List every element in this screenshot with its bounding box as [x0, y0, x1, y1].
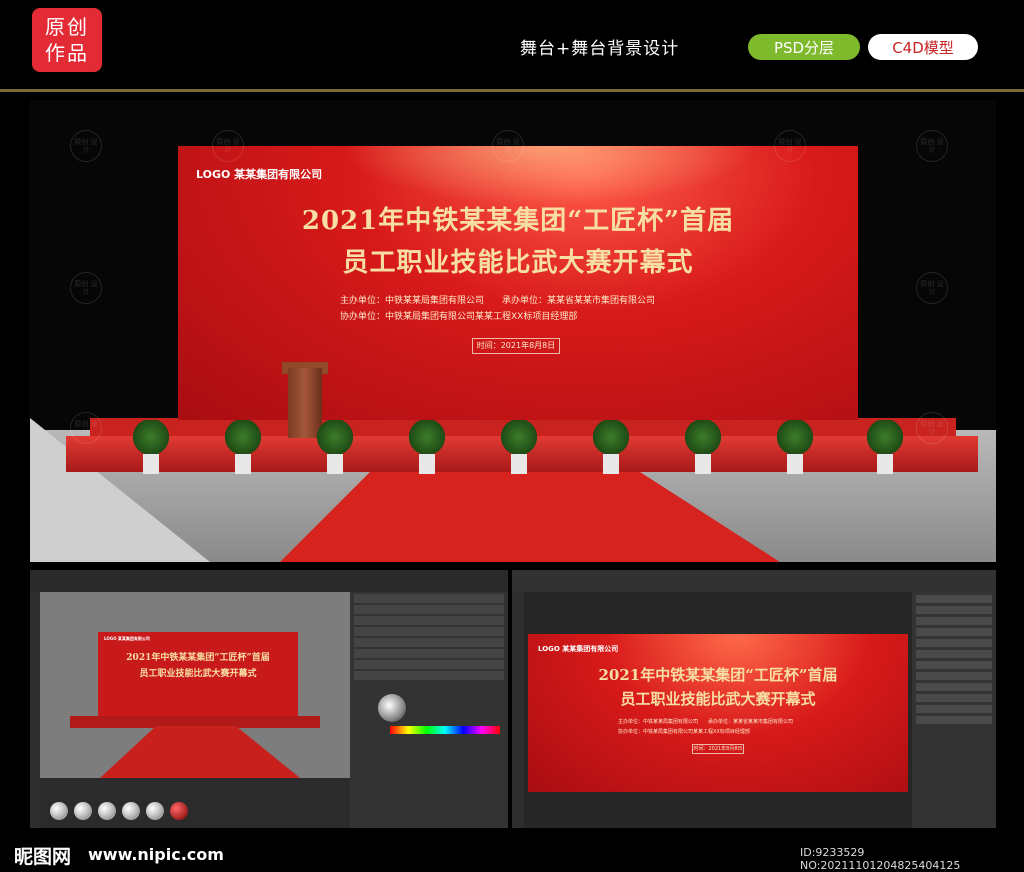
ps-backdrop-title-1: 2021年中铁某某集团“工匠杯”首届	[598, 666, 838, 684]
stage-backdrop: LOGO 某某集团有限公司 2021年中铁某某集团“工匠杯”首届 员工职业技能比…	[178, 146, 858, 420]
c4d-tag: C4D模型	[868, 34, 978, 60]
badge-line-1: 原创	[45, 15, 89, 39]
color-picker	[390, 726, 500, 734]
watermark-seal: 原创 设计	[492, 130, 524, 162]
backdrop-organizer: 主办单位：中铁某某局集团有限公司 承办单位：某某省某某市集团有限公司	[340, 296, 656, 306]
sparkle-glow	[338, 146, 758, 206]
c4d-viewport: LOGO 某某集团有限公司 2021年中铁某某集团“工匠杯”首届 员工职业技能比…	[40, 592, 350, 778]
potted-plant	[772, 420, 818, 476]
psd-screenshot: LOGO 某某集团有限公司 2021年中铁某某集团“工匠杯”首届 员工职业技能比…	[512, 570, 996, 828]
c4d-screenshot: LOGO 某某集团有限公司 2021年中铁某某集团“工匠杯”首届 员工职业技能比…	[30, 570, 508, 828]
c4d-object-panel	[350, 592, 508, 828]
material-preview	[378, 694, 406, 722]
material-ball	[122, 802, 140, 820]
badge-line-2: 作品	[45, 41, 89, 65]
stage-render: LOGO 某某集团有限公司 2021年中铁某某集团“工匠杯”首届 员工职业技能比…	[30, 100, 996, 562]
watermark-seal: 原创 设计	[70, 272, 102, 304]
c4d-carpet	[100, 726, 300, 778]
image-id: ID:9233529 NO:20211101204825404125	[800, 846, 961, 872]
c4d-backdrop: LOGO 某某集团有限公司 2021年中铁某某集团“工匠杯”首届 员工职业技能比…	[98, 632, 298, 716]
original-badge: 原创 作品	[32, 8, 102, 72]
watermark-seal: 原创 设计	[70, 130, 102, 162]
c4d-backdrop-title-1: 2021年中铁某某集团“工匠杯”首届	[126, 653, 270, 663]
ps-backdrop-logo: LOGO 某某集团有限公司	[538, 645, 619, 653]
watermark-seal: 原创 设计	[916, 272, 948, 304]
potted-plant	[588, 420, 634, 476]
watermark-seal: 原创 设计	[774, 130, 806, 162]
material-ball	[146, 802, 164, 820]
ps-backdrop-date: 时间：2021年8月8日	[692, 744, 744, 754]
potted-plant	[220, 420, 266, 476]
potted-plant	[862, 420, 908, 476]
ps-backdrop-organizer: 主办单位：中铁某某局集团有限公司 承办单位：某某省某某市集团有限公司	[618, 719, 794, 725]
c4d-toolbar	[30, 592, 40, 828]
ps-layers-panel	[912, 592, 996, 828]
material-ball	[74, 802, 92, 820]
ps-menubar	[512, 570, 996, 592]
material-ball	[170, 802, 188, 820]
watermark-seal: 原创 设计	[916, 130, 948, 162]
watermark-seal: 原创 设计	[916, 412, 948, 444]
backdrop-date: 时间：2021年8月8日	[472, 338, 560, 354]
backdrop-title-line-1: 2021年中铁某某集团“工匠杯”首届	[301, 206, 735, 236]
c4d-material-bar	[40, 778, 350, 828]
ps-toolbar	[512, 592, 524, 828]
header: 原创 作品 舞台+舞台背景设计 PSD分层 C4D模型	[0, 0, 1024, 90]
tagline: 舞台+舞台背景设计	[520, 39, 680, 59]
backdrop-co-organizer: 协办单位：中铁某局集团有限公司某某工程XX标项目经理部	[340, 312, 578, 322]
c4d-menubar	[30, 570, 508, 592]
nipic-url[interactable]: www.nipic.com	[88, 845, 224, 864]
psd-tag: PSD分层	[748, 34, 860, 60]
potted-plant	[496, 420, 542, 476]
potted-plant	[312, 420, 358, 476]
ps-canvas: LOGO 某某集团有限公司 2021年中铁某某集团“工匠杯”首届 员工职业技能比…	[528, 634, 908, 792]
ps-backdrop-co-organizer: 协办单位：中铁某局集团有限公司某某工程XX标项目经理部	[618, 729, 750, 735]
watermark-seal: 原创 设计	[212, 130, 244, 162]
watermark-seal: 原创 设计	[70, 412, 102, 444]
material-ball	[98, 802, 116, 820]
backdrop-logo: LOGO 某某集团有限公司	[196, 168, 323, 181]
c4d-backdrop-logo: LOGO 某某集团有限公司	[104, 636, 150, 641]
nipic-logo: 昵图网	[14, 846, 72, 868]
c4d-backdrop-title-2: 员工职业技能比武大赛开幕式	[139, 669, 257, 679]
potted-plant	[680, 420, 726, 476]
backdrop-title-line-2: 员工职业技能比武大赛开幕式	[342, 248, 694, 278]
header-divider	[0, 89, 1024, 92]
potted-plant	[128, 420, 174, 476]
potted-plant	[404, 420, 450, 476]
ps-backdrop-title-2: 员工职业技能比武大赛开幕式	[620, 690, 816, 708]
material-ball	[50, 802, 68, 820]
